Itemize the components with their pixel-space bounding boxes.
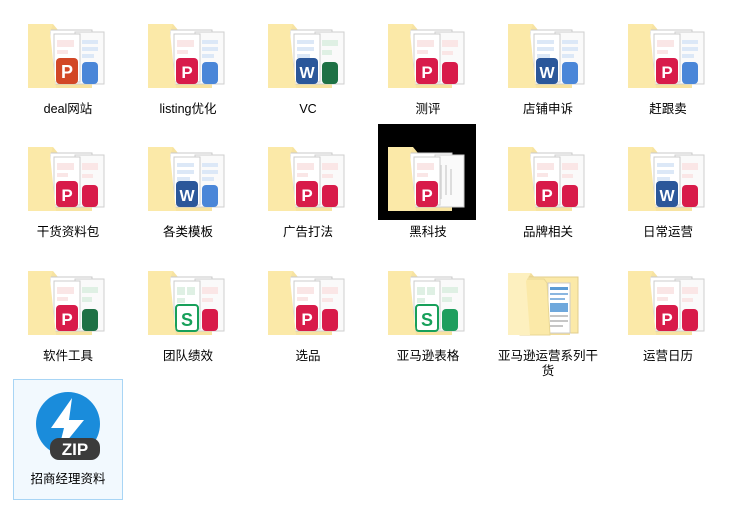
desktop-item-zip[interactable]: ZIP 招商经理资料 [13, 386, 123, 487]
desktop-item[interactable]: P 广告打法 [248, 133, 368, 240]
svg-text:P: P [301, 310, 312, 329]
zip-badge-text: ZIP [62, 440, 88, 459]
desktop-item[interactable]: P 软件工具 [8, 257, 128, 364]
svg-text:W: W [179, 188, 195, 205]
svg-text:P: P [541, 186, 552, 205]
folder-powerpoint-icon: P [20, 133, 116, 223]
svg-text:P: P [661, 310, 672, 329]
svg-text:S: S [421, 310, 433, 330]
folder-powerpoint-icon: P [260, 257, 356, 347]
desktop-item[interactable]: P 运营日历 [608, 257, 728, 364]
folder-word-powerpoint-icon: W [620, 133, 716, 223]
svg-text:P: P [181, 63, 192, 82]
folder-powerpoint-icon: P [620, 257, 716, 347]
desktop-item-label: 选品 [295, 349, 321, 363]
folder-powerpoint-word-icon: P [140, 10, 236, 100]
desktop-item-label: 各类模板 [162, 225, 213, 239]
folder-nested-document-icon [500, 257, 596, 347]
svg-text:W: W [659, 188, 675, 205]
desktop-item[interactable]: P listing优化 [128, 10, 248, 117]
desktop-item-label: 店铺申诉 [522, 102, 573, 116]
desktop-item-label: 黑科技 [409, 225, 447, 239]
folder-powerpoint-icon: P [380, 10, 476, 100]
folder-powerpoint-excel-icon: P [20, 257, 116, 347]
svg-text:P: P [661, 63, 672, 82]
desktop-item-label: 品牌相关 [522, 225, 573, 239]
desktop-item[interactable]: S 亚马逊表格 [368, 257, 488, 364]
folder-powerpoint-word-icon: P [20, 10, 116, 100]
folder-powerpoint-word-icon: P [620, 10, 716, 100]
desktop-item[interactable]: P 测评 [368, 10, 488, 117]
desktop-item[interactable]: P 选品 [248, 257, 368, 364]
desktop-item-label: 广告打法 [282, 225, 333, 239]
desktop-item-label: 测评 [415, 102, 441, 116]
svg-text:W: W [299, 65, 315, 82]
svg-text:W: W [539, 65, 555, 82]
desktop-item-label: 日常运营 [642, 225, 693, 239]
desktop-item-label: VC [299, 102, 317, 116]
desktop-item[interactable]: P 黑科技 [368, 133, 488, 240]
svg-text:P: P [61, 310, 72, 329]
svg-text:S: S [181, 310, 193, 330]
desktop-item-label: 招商经理资料 [30, 472, 106, 486]
folder-word-icon: W [500, 10, 596, 100]
desktop-item[interactable]: P 品牌相关 [488, 133, 608, 240]
desktop-icon-grid: P deal网站 P listing优化 W VC P 测评 W 店铺申诉 P … [0, 0, 736, 517]
folder-word-icon: W [140, 133, 236, 223]
desktop-item[interactable]: W VC [248, 10, 368, 117]
desktop-item-label: listing优化 [159, 102, 217, 116]
desktop-item-label: 亚马逊表格 [396, 349, 460, 363]
zip-archive-icon: ZIP [26, 386, 110, 470]
svg-text:P: P [421, 63, 432, 82]
desktop-item-label: 团队绩效 [162, 349, 213, 363]
svg-text:P: P [301, 186, 312, 205]
svg-text:P: P [61, 62, 73, 82]
folder-word-excel-icon: W [260, 10, 356, 100]
desktop-item[interactable]: P 赶跟卖 [608, 10, 728, 117]
desktop-item[interactable]: W 各类模板 [128, 133, 248, 240]
desktop-item[interactable]: W 店铺申诉 [488, 10, 608, 117]
folder-powerpoint-icon: P [260, 133, 356, 223]
desktop-item[interactable]: W 日常运营 [608, 133, 728, 240]
svg-text:P: P [421, 186, 432, 205]
folder-powerpoint-icon: P [380, 133, 476, 223]
svg-text:P: P [61, 186, 72, 205]
folder-excel-powerpoint-icon: S [140, 257, 236, 347]
folder-powerpoint-icon: P [500, 133, 596, 223]
desktop-item[interactable]: S 团队绩效 [128, 257, 248, 364]
desktop-item-label: 赶跟卖 [649, 102, 687, 116]
desktop-item-label: 运营日历 [642, 349, 693, 363]
desktop-item-label: 软件工具 [42, 349, 93, 363]
desktop-item[interactable]: P deal网站 [8, 10, 128, 117]
desktop-item-label: deal网站 [43, 102, 93, 116]
desktop-item-label: 亚马逊运营系列干货 [497, 349, 598, 378]
folder-excel-icon: S [380, 257, 476, 347]
desktop-item[interactable]: P 干货资料包 [8, 133, 128, 240]
desktop-item[interactable]: 亚马逊运营系列干货 [488, 257, 608, 379]
desktop-item-label: 干货资料包 [36, 225, 100, 239]
